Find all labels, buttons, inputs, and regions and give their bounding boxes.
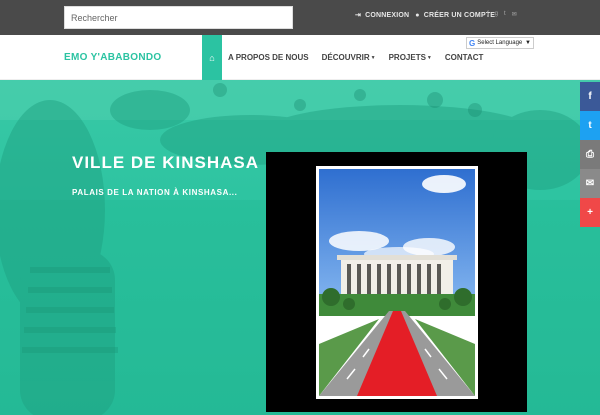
register-link[interactable]: ● CRÉER UN COMPTE <box>415 12 495 19</box>
google-plus-icon[interactable]: g <box>495 11 498 18</box>
search-input[interactable] <box>65 7 292 28</box>
email-icon[interactable]: ✉ <box>512 11 517 18</box>
language-select[interactable]: G Select Language ▼ <box>466 37 534 49</box>
nav-item-contact[interactable]: CONTACT <box>445 53 484 62</box>
login-link[interactable]: ⇥ CONNEXION <box>355 11 410 20</box>
nav-item-discover[interactable]: DÉCOUVRIR▼ <box>322 53 376 62</box>
nav-item-about[interactable]: A PROPOS DE NOUS <box>228 53 309 62</box>
user-icon: ● <box>415 11 420 19</box>
palace-photo[interactable] <box>316 166 478 399</box>
facebook-icon[interactable]: f <box>487 11 489 18</box>
google-icon: G <box>469 38 476 48</box>
top-bar: ⇥ CONNEXION ● CRÉER UN COMPTE f g t ✉ <box>0 0 600 35</box>
search-box[interactable] <box>64 6 293 29</box>
photo-frame <box>266 152 527 412</box>
chevron-down-icon: ▼ <box>525 40 531 46</box>
home-button[interactable]: ⌂ <box>202 35 222 80</box>
social-links: f g t ✉ <box>487 11 517 18</box>
account-links: ⇥ CONNEXION ● CRÉER UN COMPTE <box>355 11 495 20</box>
nav-item-projects[interactable]: PROJETS▼ <box>389 53 432 62</box>
facebook-share-icon[interactable]: f <box>580 82 600 111</box>
twitter-share-icon[interactable]: t <box>580 111 600 140</box>
print-icon[interactable]: ⎙ <box>580 140 600 169</box>
share-sidebar: f t ⎙ ✉ + <box>580 82 600 227</box>
language-label: Select Language <box>477 40 523 46</box>
register-label: CRÉER UN COMPTE <box>423 11 496 19</box>
caret-down-icon: ▼ <box>370 54 376 61</box>
plus-icon[interactable]: + <box>580 198 600 227</box>
caret-down-icon: ▼ <box>426 54 432 61</box>
login-icon: ⇥ <box>355 12 362 19</box>
palais-de-la-nation-image <box>319 169 475 396</box>
hero-subtitle: PALAIS DE LA NATION À KINSHASA... <box>72 188 238 197</box>
hero-title: VILLE DE KINSHASA <box>72 153 260 172</box>
twitter-icon[interactable]: t <box>504 11 506 18</box>
site-logo[interactable]: EMO Y'ABABONDO <box>64 52 162 63</box>
hero-section: VILLE DE KINSHASA PALAIS DE LA NATION À … <box>0 80 600 415</box>
home-icon: ⌂ <box>209 52 215 63</box>
email-share-icon[interactable]: ✉ <box>580 169 600 198</box>
nav-menu: A PROPOS DE NOUS DÉCOUVRIR▼ PROJETS▼ CON… <box>228 53 483 62</box>
login-label: CONNEXION <box>365 11 410 19</box>
